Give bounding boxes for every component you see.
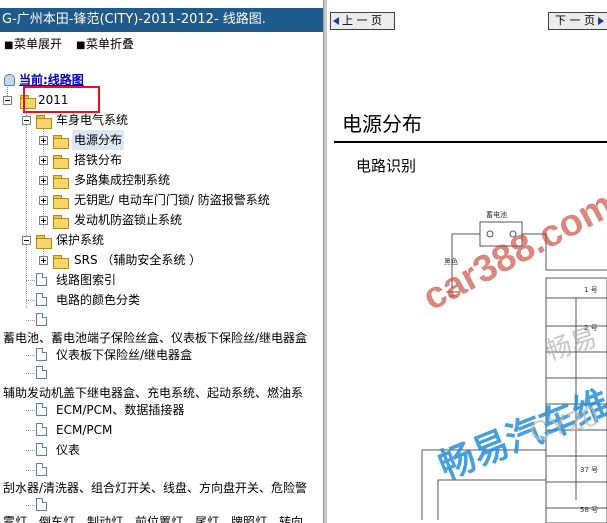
- next-page-button[interactable]: 下 一 页: [548, 12, 607, 30]
- collapse-expander-icon[interactable]: [22, 236, 31, 245]
- tree-line: [26, 410, 35, 411]
- expand-expander-icon[interactable]: [39, 256, 48, 265]
- document-icon: [36, 293, 47, 306]
- folder-icon: [53, 215, 69, 229]
- previous-page-label: 上 一 页: [342, 14, 382, 27]
- battery-label: 蓄电池: [486, 210, 507, 219]
- tree-line: [26, 430, 35, 431]
- tree-line: [26, 300, 35, 301]
- tree-node-label: 发动机防盗锁止系统: [74, 213, 183, 227]
- tree-line: [26, 470, 35, 471]
- document-icon: [36, 498, 47, 511]
- document-icon: [36, 443, 47, 456]
- tree-line: [26, 450, 35, 451]
- tree-node-label: ECM/PCM、数据插接器: [56, 403, 185, 417]
- expand-expander-icon[interactable]: [39, 136, 48, 145]
- folder-open-icon: [36, 115, 52, 129]
- expand-expander-icon[interactable]: [39, 216, 48, 225]
- tree-node-label: 蓄电池、蓄电池端子保险丝盒、仪表板下保险丝/继电器盒: [3, 331, 308, 345]
- arrow-right-icon: [598, 17, 604, 25]
- tree-node-label: 电源分布: [72, 130, 125, 150]
- tree-line: [26, 373, 35, 374]
- expand-expander-icon[interactable]: [39, 176, 48, 185]
- document-icon: [36, 348, 47, 361]
- tree-node-label: 无钥匙/ 电动车门门锁/ 防盗报警系统: [74, 193, 270, 207]
- supply-wire: [522, 233, 607, 271]
- expand-all-label: 菜单展开: [14, 37, 63, 51]
- document-icon: [36, 366, 47, 379]
- battery-terminal: [509, 230, 517, 238]
- section-title: 电源分布: [342, 112, 422, 136]
- branch-wire: [421, 449, 546, 520]
- folder-icon: [53, 195, 69, 209]
- fuse-label: 37 号: [580, 466, 598, 474]
- navigation-panel: G-广州本田-锋范(CITY)-2011-2012- 线路图. ■菜单展开 ■菜…: [0, 0, 323, 523]
- heading-divider: [334, 141, 607, 143]
- arrow-left-icon: [333, 17, 339, 25]
- branch-wire: [437, 479, 546, 520]
- tree-root-icon: [4, 74, 15, 86]
- tree-node-label: 刮水器/清洗器、组合灯开关、线盘、方向盘开关、危险警: [3, 481, 308, 495]
- expand-expander-icon[interactable]: [39, 196, 48, 205]
- tree-line: [26, 320, 35, 321]
- collapse-expander-icon[interactable]: [3, 96, 12, 105]
- folder-icon: [53, 255, 69, 269]
- folder-icon: [53, 155, 69, 169]
- tree-node-wiper-long[interactable]: 刮水器/清洗器、组合灯开关、线盘、方向盘开关、危险警: [3, 478, 307, 498]
- tree-node-label: SRS （辅助安全系统 ）: [74, 253, 202, 267]
- expand-expander-icon[interactable]: [39, 156, 48, 165]
- ground-label: 黑色: [444, 257, 458, 266]
- folder-open-icon: [36, 235, 52, 249]
- fuse-label: 1 号: [584, 286, 598, 294]
- collapse-all-label: 菜单折叠: [86, 37, 135, 51]
- folder-icon: [53, 175, 69, 189]
- tree-node-label: 仪表: [56, 443, 81, 457]
- document-icon: [36, 463, 47, 476]
- tree-node-label: ECM/PCM: [56, 423, 113, 437]
- square-bullet-icon: ■: [76, 40, 86, 51]
- document-icon: [36, 403, 47, 416]
- collapse-expander-icon[interactable]: [22, 116, 31, 125]
- folder-icon: [53, 135, 69, 149]
- document-icon: [36, 423, 47, 436]
- subsection-title: 电路识别: [356, 157, 417, 175]
- expand-all-link[interactable]: ■菜单展开: [4, 36, 62, 54]
- tree-node-lights-long[interactable]: 雾灯、倒车灯、制动灯、前位置灯、尾灯、牌照灯、转向: [3, 512, 303, 523]
- window-title: G-广州本田-锋范(CITY)-2011-2012- 线路图.: [0, 8, 323, 32]
- tree-node-label: 线路图索引: [56, 273, 117, 287]
- wiring-diagram: 蓄电池 黑色 1 号 2 号 37 号 58 号: [421, 210, 607, 523]
- document-icon: [36, 313, 47, 326]
- highlight-annotation: [23, 86, 100, 113]
- tree-line: [26, 108, 27, 308]
- next-page-label: 下 一 页: [555, 14, 595, 27]
- ground-symbol: [446, 291, 458, 297]
- tree-line: [26, 505, 35, 506]
- document-icon: [36, 273, 47, 286]
- tree-node-label: 雾灯、倒车灯、制动灯、前位置灯、尾灯、牌照灯、转向: [3, 515, 304, 523]
- tree-node-label: 搭铁分布: [74, 153, 123, 167]
- fuse-label: 2 号: [584, 324, 598, 332]
- document-viewer: 上 一 页 下 一 页 电源分布 电路识别 蓄电池 黑色 1 号 2 号 37 …: [328, 0, 607, 523]
- tree-node-label: 保护系统: [56, 233, 105, 247]
- tree-node-label: 多路集成控制系统: [74, 173, 171, 187]
- battery-terminal: [486, 230, 494, 238]
- collapse-all-link[interactable]: ■菜单折叠: [76, 36, 134, 54]
- tree-node-label: 电路的颜色分类: [56, 293, 141, 307]
- tree-node-label: 车身电气系统: [56, 113, 129, 127]
- tree-node-label: 辅助发动机盖下继电器盒、充电系统、起动系统、燃油系: [3, 386, 304, 400]
- square-bullet-icon: ■: [4, 40, 14, 51]
- tree-line: [26, 355, 35, 356]
- fuse-label: 58 号: [580, 506, 598, 514]
- tree-node-label: 仪表板下保险丝/继电器盒: [56, 348, 193, 362]
- previous-page-button[interactable]: 上 一 页: [330, 12, 395, 30]
- tree-line: [26, 280, 35, 281]
